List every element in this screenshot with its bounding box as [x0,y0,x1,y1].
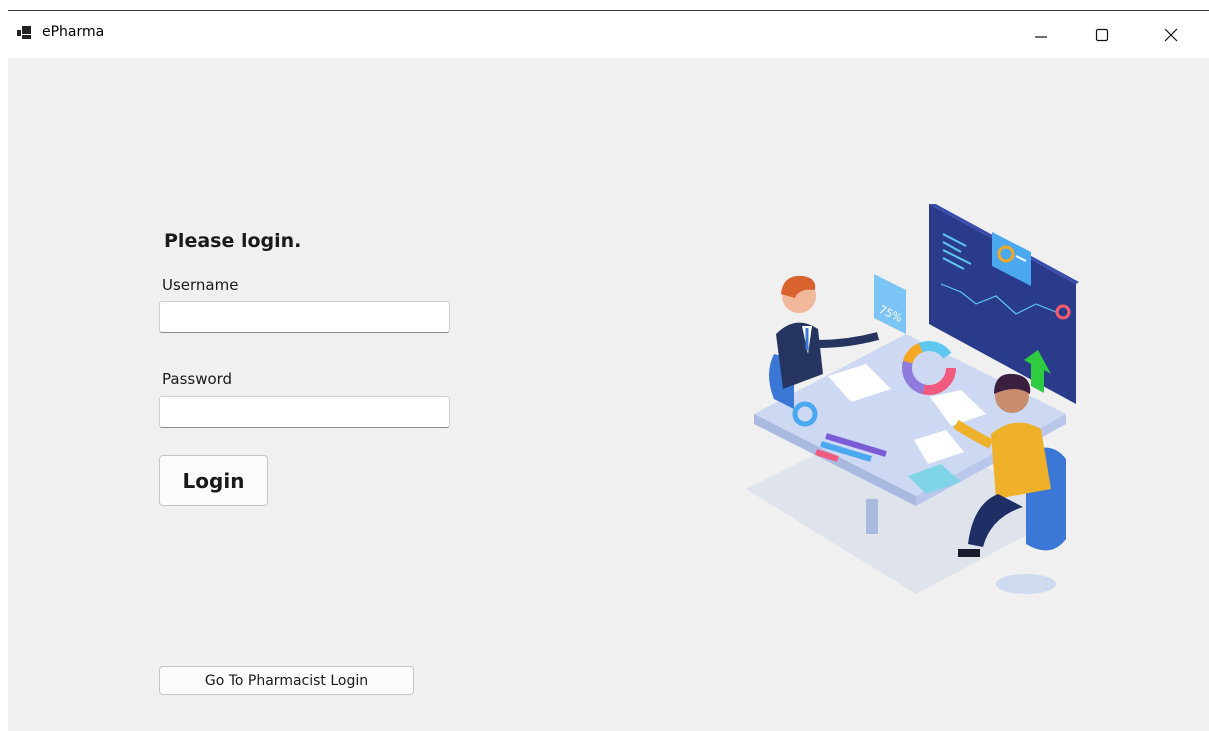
minimize-icon [1035,35,1047,38]
username-input[interactable] [159,301,450,333]
window-title: ePharma [42,24,105,40]
maximize-icon [1095,28,1109,41]
pharmacist-login-button[interactable]: Go To Pharmacist Login [159,666,414,695]
app-icon [17,26,31,39]
maximize-button[interactable] [1079,11,1125,58]
close-icon [1164,28,1178,41]
password-label: Password [162,370,233,388]
username-label: Username [162,276,239,294]
password-input[interactable] [159,396,450,428]
minimize-button[interactable] [1018,11,1064,58]
login-button[interactable]: Login [159,455,268,506]
close-button[interactable] [1148,11,1194,58]
title-bar[interactable]: ePharma [8,11,1209,58]
login-heading: Please login. [164,230,302,252]
app-window: ePharma Please login. Username Password … [8,10,1209,731]
meeting-illustration: 75% [746,204,1079,594]
